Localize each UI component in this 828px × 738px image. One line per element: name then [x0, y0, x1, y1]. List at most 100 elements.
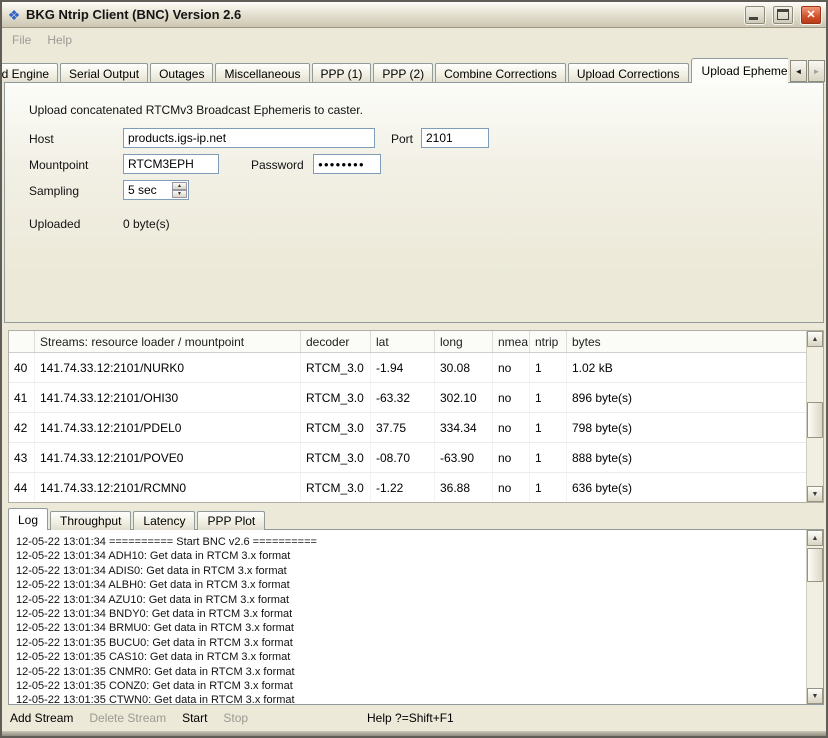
tab-upload-corrections[interactable]: Upload Corrections [568, 63, 689, 83]
mountpoint-input[interactable]: RTCM3EPH [123, 154, 219, 174]
spinner-buttons: ▲ ▼ [172, 182, 187, 198]
log-line: 12-05-22 13:01:35 BUCU0: Get data in RTC… [16, 636, 804, 650]
cell-nmea: no [493, 353, 530, 382]
tab-scroll-left-button[interactable]: ◄ [790, 60, 807, 82]
col-header-streams: Streams: resource loader / mountpoint [35, 331, 301, 352]
sampling-label: Sampling [29, 184, 79, 198]
cell-ntrip: 1 [530, 413, 567, 442]
cell-long: -63.90 [435, 443, 493, 472]
bottom-tab-bar: Log Throughput Latency PPP Plot [8, 507, 267, 530]
col-header-row-number [9, 331, 35, 352]
uploaded-label: Uploaded [29, 217, 80, 231]
host-label: Host [29, 132, 54, 146]
cell-decoder: RTCM_3.0 [301, 383, 371, 412]
spin-up-button[interactable]: ▲ [172, 182, 187, 190]
table-row[interactable]: 41 141.74.33.12:2101/OHI30 RTCM_3.0 -63.… [9, 383, 806, 413]
cell-bytes: 1.02 kB [567, 353, 806, 382]
log-pane[interactable]: 12-05-22 13:01:34 ========== Start BNC v… [8, 529, 824, 705]
scroll-up-button[interactable]: ▲ [807, 331, 823, 347]
host-input[interactable]: products.igs-ip.net [123, 128, 375, 148]
window-bottom-edge [2, 731, 826, 736]
cell-decoder: RTCM_3.0 [301, 443, 371, 472]
table-row[interactable]: 42 141.74.33.12:2101/PDEL0 RTCM_3.0 37.7… [9, 413, 806, 443]
app-icon[interactable]: ❖ [6, 7, 22, 23]
col-header-bytes: bytes [567, 331, 806, 352]
cell-decoder: RTCM_3.0 [301, 413, 371, 442]
tab-miscellaneous[interactable]: Miscellaneous [215, 63, 309, 83]
port-input[interactable]: 2101 [421, 128, 489, 148]
cell-stream: 141.74.33.12:2101/NURK0 [35, 353, 301, 382]
cell-lat: 37.75 [371, 413, 435, 442]
scroll-track[interactable] [807, 347, 823, 486]
log-body: 12-05-22 13:01:34 ========== Start BNC v… [9, 530, 806, 704]
start-button[interactable]: Start [182, 711, 207, 725]
col-header-ntrip: ntrip [530, 331, 567, 352]
tab-ppp-plot[interactable]: PPP Plot [197, 511, 265, 530]
scroll-thumb[interactable] [807, 548, 823, 582]
cell-ntrip: 1 [530, 353, 567, 382]
scroll-up-button[interactable]: ▲ [807, 530, 823, 546]
spin-down-button[interactable]: ▼ [172, 190, 187, 198]
tab-feed-engine[interactable]: ed Engine [2, 63, 58, 83]
log-scrollbar[interactable]: ▲ ▼ [806, 530, 823, 704]
menu-help[interactable]: Help [47, 33, 72, 51]
panel-description: Upload concatenated RTCMv3 Broadcast Eph… [29, 103, 363, 117]
cell-row-number: 43 [9, 443, 35, 472]
scroll-down-icon: ▼ [812, 491, 819, 498]
table-row[interactable]: 44 141.74.33.12:2101/RCMN0 RTCM_3.0 -1.2… [9, 473, 806, 502]
tab-log[interactable]: Log [8, 508, 48, 530]
cell-long: 302.10 [435, 383, 493, 412]
tab-latency[interactable]: Latency [133, 511, 195, 530]
streams-table: Streams: resource loader / mountpoint de… [8, 330, 824, 503]
cell-long: 36.88 [435, 473, 493, 502]
cell-lat: -08.70 [371, 443, 435, 472]
cell-bytes: 888 byte(s) [567, 443, 806, 472]
tab-scroll-right-button[interactable]: ► [808, 60, 825, 82]
cell-long: 334.34 [435, 413, 493, 442]
log-line: 12-05-22 13:01:35 CAS10: Get data in RTC… [16, 650, 804, 664]
streams-scrollbar[interactable]: ▲ ▼ [806, 331, 823, 502]
tab-combine-corrections[interactable]: Combine Corrections [435, 63, 566, 83]
col-header-lat: lat [371, 331, 435, 352]
tab-outages[interactable]: Outages [150, 63, 213, 83]
close-button[interactable]: ✕ [800, 5, 822, 25]
tab-ppp-2[interactable]: PPP (2) [373, 63, 433, 83]
password-input[interactable]: ●●●●●●●● [313, 154, 381, 174]
cell-stream: 141.74.33.12:2101/POVE0 [35, 443, 301, 472]
tab-upload-ephemeris[interactable]: Upload Ephemeris [691, 58, 788, 83]
scroll-down-button[interactable]: ▼ [807, 486, 823, 502]
tab-scroll-buttons: ◄ ► [789, 60, 825, 82]
menu-file[interactable]: File [12, 33, 31, 51]
tab-ppp-1[interactable]: PPP (1) [312, 63, 372, 83]
titlebar[interactable]: ❖ BKG Ntrip Client (BNC) Version 2.6 ✕ [2, 2, 826, 28]
col-header-nmea: nmea [493, 331, 530, 352]
log-line: 12-05-22 13:01:35 CTWN0: Get data in RTC… [16, 693, 804, 704]
close-icon: ✕ [806, 8, 815, 21]
add-stream-button[interactable]: Add Stream [10, 711, 73, 725]
help-hint: Help ?=Shift+F1 [367, 711, 454, 725]
scroll-down-button[interactable]: ▼ [807, 688, 823, 704]
tab-serial-output[interactable]: Serial Output [60, 63, 148, 83]
table-row[interactable]: 40 141.74.33.12:2101/NURK0 RTCM_3.0 -1.9… [9, 353, 806, 383]
cell-nmea: no [493, 473, 530, 502]
cell-lat: -63.32 [371, 383, 435, 412]
scroll-thumb[interactable] [807, 402, 823, 438]
maximize-button[interactable] [772, 5, 794, 25]
streams-table-body: Streams: resource loader / mountpoint de… [9, 331, 806, 502]
log-line: 12-05-22 13:01:34 ALBH0: Get data in RTC… [16, 578, 804, 592]
log-line: 12-05-22 13:01:35 CNMR0: Get data in RTC… [16, 665, 804, 679]
sampling-spinner[interactable]: 5 sec ▲ ▼ [123, 180, 189, 200]
password-label: Password [251, 158, 304, 172]
minimize-button[interactable] [744, 5, 766, 25]
upload-ephemeris-panel: Upload concatenated RTCMv3 Broadcast Eph… [4, 82, 824, 323]
arrow-right-icon: ► [813, 67, 821, 76]
tab-throughput[interactable]: Throughput [50, 511, 131, 530]
log-line: 12-05-22 13:01:34 BRMU0: Get data in RTC… [16, 621, 804, 635]
log-line: 12-05-22 13:01:35 CONZ0: Get data in RTC… [16, 679, 804, 693]
window-title: BKG Ntrip Client (BNC) Version 2.6 [26, 7, 738, 22]
uploaded-value: 0 byte(s) [123, 217, 170, 231]
scroll-track[interactable] [807, 546, 823, 688]
table-row[interactable]: 43 141.74.33.12:2101/POVE0 RTCM_3.0 -08.… [9, 443, 806, 473]
port-label: Port [391, 132, 413, 146]
minimize-icon [749, 17, 758, 20]
